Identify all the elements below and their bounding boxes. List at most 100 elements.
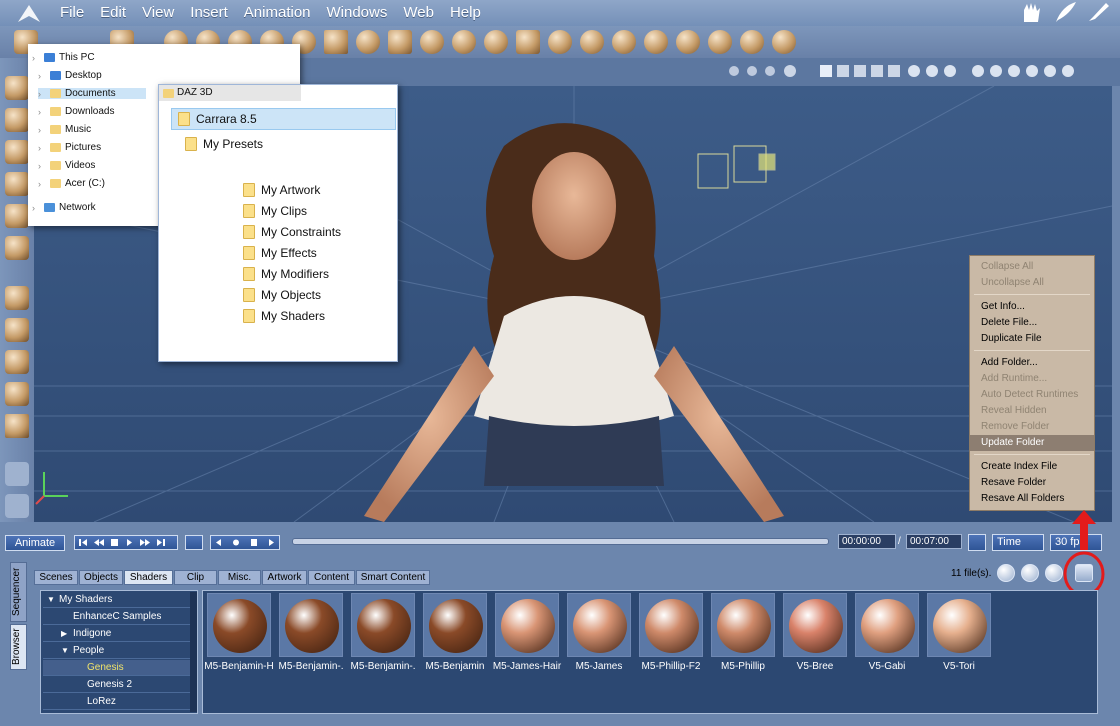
subfolder-my-clips[interactable]: My Clips bbox=[243, 204, 307, 218]
fur-icon[interactable] bbox=[548, 30, 572, 54]
shader-thumbnail[interactable] bbox=[711, 593, 775, 657]
hand-icon[interactable] bbox=[1018, 0, 1044, 24]
arrows-icon[interactable] bbox=[708, 30, 732, 54]
bowl-icon[interactable] bbox=[580, 30, 604, 54]
shader-thumbnail[interactable] bbox=[207, 593, 271, 657]
cloud-icon[interactable] bbox=[452, 30, 476, 54]
explorer-item-downloads[interactable]: › Downloads bbox=[38, 106, 114, 117]
menu-item-get-info[interactable]: Get Info... bbox=[970, 299, 1094, 315]
plant-icon[interactable] bbox=[420, 30, 444, 54]
root-folder[interactable]: Carrara 8.5 bbox=[171, 108, 396, 130]
shader-thumbnail[interactable] bbox=[423, 593, 487, 657]
pan-hand-icon[interactable] bbox=[5, 494, 29, 518]
tab-objects[interactable]: Objects bbox=[79, 570, 123, 585]
link-tool-icon[interactable] bbox=[5, 236, 29, 260]
menu-help[interactable]: Help bbox=[442, 4, 489, 21]
shader-thumbnail[interactable] bbox=[351, 593, 415, 657]
move-tool-icon[interactable] bbox=[5, 108, 29, 132]
vertex-icon[interactable] bbox=[612, 30, 636, 54]
expand-right-icon[interactable]: ▶ bbox=[61, 626, 73, 642]
browser-side-tab[interactable]: Browser bbox=[10, 624, 27, 670]
bone-icon[interactable] bbox=[772, 30, 796, 54]
fire-icon[interactable] bbox=[484, 30, 508, 54]
shader-thumbnail[interactable] bbox=[927, 593, 991, 657]
end-time-field[interactable]: 00:07:00 bbox=[906, 534, 962, 549]
menu-file[interactable]: File bbox=[52, 4, 92, 21]
shader-thumbnail[interactable] bbox=[495, 593, 559, 657]
shader-thumbnail[interactable] bbox=[639, 593, 703, 657]
explorer-item-pictures[interactable]: › Pictures bbox=[38, 142, 101, 153]
view-list-button[interactable] bbox=[1021, 564, 1039, 582]
box-icon[interactable] bbox=[5, 414, 29, 438]
shader-thumbnail[interactable] bbox=[567, 593, 631, 657]
particles-icon[interactable] bbox=[356, 30, 380, 54]
menu-web[interactable]: Web bbox=[395, 4, 442, 21]
expand-down-icon[interactable]: ▼ bbox=[47, 592, 59, 608]
tab-content[interactable]: Content bbox=[308, 570, 355, 585]
subfolder-my-artwork[interactable]: My Artwork bbox=[243, 183, 320, 197]
tree-item[interactable]: EnhanceC Samples bbox=[43, 609, 191, 625]
explorer-item-music[interactable]: › Music bbox=[38, 124, 91, 135]
playback-controls[interactable] bbox=[74, 535, 178, 550]
tab-shaders[interactable]: Shaders bbox=[124, 570, 173, 585]
menu-item-update-folder[interactable]: Update Folder bbox=[970, 435, 1094, 451]
subfolder-my-constraints[interactable]: My Constraints bbox=[243, 225, 341, 239]
menu-item-delete-file[interactable]: Delete File... bbox=[970, 315, 1094, 331]
arrow-tool-icon[interactable] bbox=[5, 76, 29, 100]
subfolder-my-shaders[interactable]: My Shaders bbox=[243, 309, 325, 323]
chevron-right-icon[interactable]: › bbox=[32, 203, 40, 213]
chevron-right-icon[interactable]: › bbox=[38, 143, 46, 153]
tab-scenes[interactable]: Scenes bbox=[34, 570, 78, 585]
fit-timeline-button[interactable] bbox=[968, 534, 986, 551]
menu-item-create-index-file[interactable]: Create Index File bbox=[970, 459, 1094, 475]
chevron-right-icon[interactable]: › bbox=[38, 179, 46, 189]
translate-x-icon[interactable] bbox=[5, 286, 29, 310]
menu-view[interactable]: View bbox=[134, 4, 182, 21]
tree-item[interactable]: ▼ People bbox=[43, 643, 191, 659]
time-mode-select[interactable]: Time bbox=[992, 534, 1044, 551]
menu-item-add-folder[interactable]: Add Folder... bbox=[970, 355, 1094, 371]
terrain-icon[interactable] bbox=[388, 30, 412, 54]
chevron-right-icon[interactable]: › bbox=[38, 125, 46, 135]
time-scrubber[interactable] bbox=[292, 538, 829, 545]
view-icons-button[interactable] bbox=[997, 564, 1015, 582]
expand-down-icon[interactable]: ▼ bbox=[61, 643, 73, 659]
tree-item[interactable]: LoRez bbox=[43, 694, 191, 710]
menu-windows[interactable]: Windows bbox=[319, 4, 396, 21]
menu-item-duplicate-file[interactable]: Duplicate File bbox=[970, 331, 1094, 347]
subfolder-my-effects[interactable]: My Effects bbox=[243, 246, 317, 260]
shader-thumbnail[interactable] bbox=[783, 593, 847, 657]
rotate-tool-icon[interactable] bbox=[5, 140, 29, 164]
keyframe-controls[interactable] bbox=[210, 535, 280, 550]
tree-item[interactable]: Genesis bbox=[43, 660, 191, 676]
explorer-item-videos[interactable]: › Videos bbox=[38, 160, 95, 171]
folder-header[interactable]: DAZ 3D bbox=[159, 85, 301, 101]
tab-artwork[interactable]: Artwork bbox=[262, 570, 307, 585]
translate-y-icon[interactable] bbox=[5, 318, 29, 342]
brush-icon[interactable] bbox=[1086, 0, 1112, 24]
tree-item[interactable]: ▼ My Shaders bbox=[43, 592, 191, 608]
menu-animation[interactable]: Animation bbox=[236, 4, 319, 21]
explorer-item-desktop[interactable]: › Desktop bbox=[38, 70, 102, 81]
animate-button[interactable]: Animate bbox=[5, 535, 65, 551]
explorer-item-this-pc[interactable]: › This PC bbox=[32, 52, 95, 63]
subfolder-my-modifiers[interactable]: My Modifiers bbox=[243, 267, 329, 281]
scale-tool-icon[interactable] bbox=[5, 172, 29, 196]
menu-item-resave-all-folders[interactable]: Resave All Folders bbox=[970, 491, 1094, 507]
target-icon[interactable] bbox=[740, 30, 764, 54]
translate-z-icon[interactable] bbox=[5, 350, 29, 374]
tab-smart-content[interactable]: Smart Content bbox=[356, 570, 430, 585]
sequencer-side-tab[interactable]: Sequencer bbox=[10, 562, 27, 622]
tree-scrollbar[interactable] bbox=[190, 592, 197, 712]
bend-tool-icon[interactable] bbox=[5, 204, 29, 228]
tree-item[interactable]: Genesis 2 bbox=[43, 677, 191, 693]
subfolder-my-objects[interactable]: My Objects bbox=[243, 288, 321, 302]
explorer-item-network[interactable]: › Network bbox=[32, 202, 96, 213]
chevron-right-icon[interactable]: › bbox=[38, 107, 46, 117]
tree-item[interactable]: ▶ Indigone bbox=[43, 626, 191, 642]
tab-clip[interactable]: Clip bbox=[174, 570, 217, 585]
menu-item-resave-folder[interactable]: Resave Folder bbox=[970, 475, 1094, 491]
plane-icon[interactable] bbox=[516, 30, 540, 54]
feather-icon[interactable] bbox=[1052, 0, 1078, 24]
menu-insert[interactable]: Insert bbox=[182, 4, 236, 21]
